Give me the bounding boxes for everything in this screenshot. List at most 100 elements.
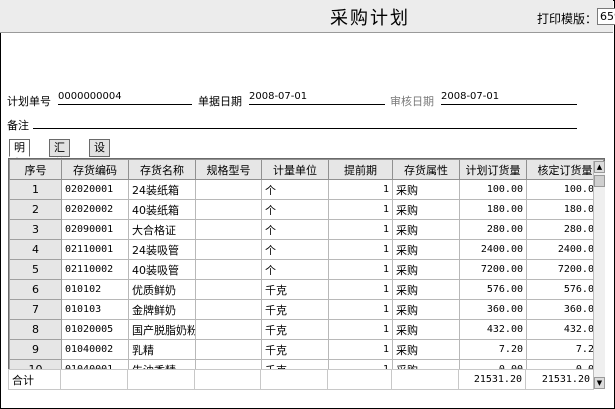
cell-lead[interactable]: 1 xyxy=(328,259,393,280)
cell-unit[interactable]: 千克 xyxy=(261,299,329,320)
cell-attr[interactable]: 采购 xyxy=(392,199,460,220)
print-template-select[interactable]: 6590 xyxy=(597,8,615,25)
cell-attr[interactable]: 采购 xyxy=(392,279,460,300)
table-row[interactable]: 9 01040002 乳精 千克 1 采购 7.20 7.20 xyxy=(9,339,604,360)
tab-summary[interactable]: 汇总 xyxy=(49,139,70,170)
cell-approved-qty[interactable]: 2400.00 xyxy=(526,239,604,260)
col-header-name[interactable]: 存货名称 xyxy=(128,159,196,180)
cell-code[interactable]: 010102 xyxy=(61,279,129,300)
cell-approved-qty[interactable]: 576.00 xyxy=(526,279,604,300)
tab-detail[interactable]: 明细 xyxy=(9,139,30,170)
cell-code[interactable]: 02090001 xyxy=(61,219,129,240)
cell-lead[interactable]: 1 xyxy=(328,199,393,220)
cell-name[interactable]: 乳精 xyxy=(128,339,196,360)
col-header-no[interactable]: 序号 xyxy=(9,159,62,180)
cell-lead[interactable]: 1 xyxy=(328,179,393,200)
cell-attr[interactable]: 采购 xyxy=(392,179,460,200)
cell-spec[interactable] xyxy=(195,319,262,340)
cell-plan-qty[interactable]: 2400.00 xyxy=(459,239,527,260)
table-row[interactable]: 3 02090001 大合格证 个 1 采购 280.00 280.00 xyxy=(9,219,604,240)
cell-plan-qty[interactable]: 100.00 xyxy=(459,179,527,200)
cell-approved-qty[interactable]: 180.00 xyxy=(526,199,604,220)
row-no[interactable]: 7 xyxy=(9,299,62,320)
cell-code[interactable]: 02020001 xyxy=(61,179,129,200)
cell-approved-qty[interactable]: 432.00 xyxy=(526,319,604,340)
cell-code[interactable]: 01020005 xyxy=(61,319,129,340)
cell-lead[interactable]: 1 xyxy=(328,319,393,340)
cell-name[interactable]: 40装纸箱 xyxy=(128,199,196,220)
col-header-approved-qty[interactable]: 核定订货量 xyxy=(526,159,604,180)
row-no[interactable]: 1 xyxy=(9,179,62,200)
cell-spec[interactable] xyxy=(195,279,262,300)
cell-spec[interactable] xyxy=(195,179,262,200)
cell-attr[interactable]: 采购 xyxy=(392,319,460,340)
row-no[interactable]: 8 xyxy=(9,319,62,340)
cell-name[interactable]: 24装吸管 xyxy=(128,239,196,260)
table-row[interactable]: 2 02020002 40装纸箱 个 1 采购 180.00 180.00 xyxy=(9,199,604,220)
cell-unit[interactable]: 千克 xyxy=(261,319,329,340)
cell-lead[interactable]: 1 xyxy=(328,219,393,240)
cell-name[interactable]: 金牌鲜奶 xyxy=(128,299,196,320)
cell-plan-qty[interactable]: 7200.00 xyxy=(459,259,527,280)
cell-code[interactable]: 010103 xyxy=(61,299,129,320)
cell-code[interactable]: 02020002 xyxy=(61,199,129,220)
col-header-code[interactable]: 存货编码 xyxy=(61,159,129,180)
table-row[interactable]: 4 02110001 24装吸管 个 1 采购 2400.00 2400.00 xyxy=(9,239,604,260)
cell-spec[interactable] xyxy=(195,219,262,240)
cell-approved-qty[interactable]: 7.20 xyxy=(526,339,604,360)
table-row[interactable]: 1 02020001 24装纸箱 个 1 采购 100.00 100.00 xyxy=(9,179,604,200)
cell-approved-qty[interactable]: 7200.00 xyxy=(526,259,604,280)
col-header-spec[interactable]: 规格型号 xyxy=(195,159,262,180)
cell-unit[interactable]: 千克 xyxy=(261,339,329,360)
cell-name[interactable]: 优质鲜奶 xyxy=(128,279,196,300)
cell-plan-qty[interactable]: 7.20 xyxy=(459,339,527,360)
table-row[interactable]: 6 010102 优质鲜奶 千克 1 采购 576.00 576.00 xyxy=(9,279,604,300)
grid-vertical-scrollbar[interactable]: ▲ ▼ xyxy=(593,161,605,389)
cell-unit[interactable]: 千克 xyxy=(261,279,329,300)
cell-plan-qty[interactable]: 280.00 xyxy=(459,219,527,240)
cell-code[interactable]: 01040002 xyxy=(61,339,129,360)
doc-date-field[interactable]: 2008-07-01 xyxy=(249,91,385,105)
col-header-attr[interactable]: 存货属性 xyxy=(392,159,460,180)
cell-lead[interactable]: 1 xyxy=(328,339,393,360)
row-no[interactable]: 3 xyxy=(9,219,62,240)
cell-unit[interactable]: 个 xyxy=(261,259,329,280)
cell-plan-qty[interactable]: 360.00 xyxy=(459,299,527,320)
cell-spec[interactable] xyxy=(195,299,262,320)
cell-approved-qty[interactable]: 360.00 xyxy=(526,299,604,320)
row-no[interactable]: 5 xyxy=(9,259,62,280)
cell-plan-qty[interactable]: 576.00 xyxy=(459,279,527,300)
cell-lead[interactable]: 1 xyxy=(328,239,393,260)
cell-plan-qty[interactable]: 180.00 xyxy=(459,199,527,220)
table-row[interactable]: 5 02110002 40装吸管 个 1 采购 7200.00 7200.00 xyxy=(9,259,604,280)
cell-name[interactable]: 24装纸箱 xyxy=(128,179,196,200)
cell-name[interactable]: 国产脱脂奶粉 xyxy=(128,319,196,340)
cell-lead[interactable]: 1 xyxy=(328,299,393,320)
cell-spec[interactable] xyxy=(195,339,262,360)
cell-unit[interactable]: 个 xyxy=(261,199,329,220)
row-no[interactable]: 2 xyxy=(9,199,62,220)
remark-field[interactable] xyxy=(33,115,577,129)
cell-approved-qty[interactable]: 280.00 xyxy=(526,219,604,240)
cell-lead[interactable]: 1 xyxy=(328,279,393,300)
scroll-up-icon[interactable]: ▲ xyxy=(594,161,605,173)
cell-unit[interactable]: 个 xyxy=(261,219,329,240)
cell-spec[interactable] xyxy=(195,259,262,280)
col-header-lead[interactable]: 提前期 xyxy=(328,159,393,180)
col-header-unit[interactable]: 计量单位 xyxy=(261,159,329,180)
cell-name[interactable]: 大合格证 xyxy=(128,219,196,240)
cell-approved-qty[interactable]: 100.00 xyxy=(526,179,604,200)
cell-unit[interactable]: 个 xyxy=(261,179,329,200)
cell-attr[interactable]: 采购 xyxy=(392,299,460,320)
table-row[interactable]: 8 01020005 国产脱脂奶粉 千克 1 采购 432.00 432.00 xyxy=(9,319,604,340)
row-no[interactable]: 9 xyxy=(9,339,62,360)
col-header-plan-qty[interactable]: 计划订货量 xyxy=(459,159,527,180)
scroll-thumb[interactable] xyxy=(594,175,605,187)
cell-name[interactable]: 40装吸管 xyxy=(128,259,196,280)
cell-plan-qty[interactable]: 432.00 xyxy=(459,319,527,340)
cell-attr[interactable]: 采购 xyxy=(392,259,460,280)
cell-spec[interactable] xyxy=(195,239,262,260)
scroll-down-icon[interactable]: ▼ xyxy=(594,377,605,389)
cell-code[interactable]: 02110002 xyxy=(61,259,129,280)
cell-unit[interactable]: 个 xyxy=(261,239,329,260)
